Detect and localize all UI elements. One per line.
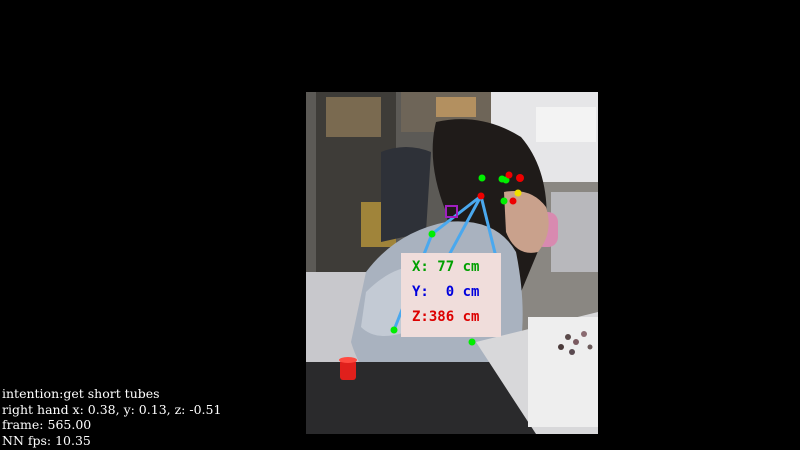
y-coordinate: Y: 0 cm [412,284,480,300]
fps-text: NN fps: 10.35 [2,432,91,448]
intention-text: intention:get short tubes [2,386,160,401]
frame-text: frame: 565.00 [2,417,92,432]
video-window: X: 77 cm Y: 0 cm Z:386 cm intention:get … [0,0,800,450]
x-coordinate: X: 77 cm [412,259,480,275]
z-coordinate: Z:386 cm [412,309,480,325]
right-hand-text: right hand x: 0.38, y: 0.13, z: -0.51 [2,401,222,417]
hud-overlay: intention:get short tubes right hand x: … [2,386,221,448]
coordinates-panel: X: 77 cm Y: 0 cm Z:386 cm [401,253,501,337]
